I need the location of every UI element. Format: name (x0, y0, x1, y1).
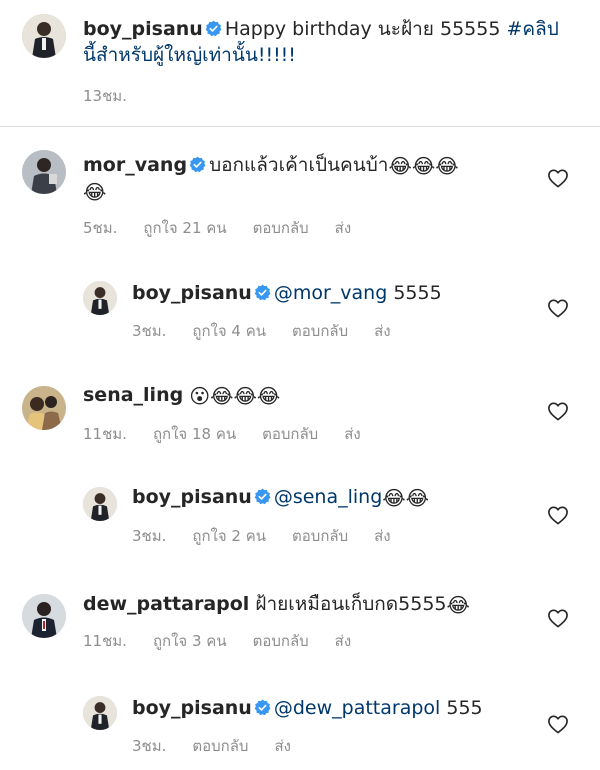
verified-badge-icon (189, 156, 206, 173)
comment-reply-button[interactable]: ตอบกลับ (253, 216, 309, 240)
post-meta: 13ชม. (83, 84, 153, 108)
heart-outline-icon[interactable] (547, 608, 569, 628)
reply-emoji: 😂😂 (382, 486, 430, 510)
comment-username[interactable]: mor_vang (83, 154, 187, 176)
post-author-avatar[interactable] (22, 14, 66, 58)
reply-reply-button[interactable]: ตอบกลับ (192, 734, 248, 758)
reply-mention-link[interactable]: @sena_ling (274, 486, 382, 508)
heart-outline-icon[interactable] (547, 298, 569, 318)
heart-outline-icon[interactable] (547, 401, 569, 421)
comment-text: mor_vang บอกแล้วเค้าเป็นคนบ้า😂😂😂 😂 (83, 152, 503, 204)
reply-meta: 3ชม. ตอบกลับ ส่ง (132, 734, 317, 758)
comment-send-button[interactable]: ส่ง (335, 216, 351, 240)
reply-send-button[interactable]: ส่ง (274, 734, 290, 758)
reply-mention-link[interactable]: @dew_pattarapol (274, 697, 440, 719)
comment-likes-link[interactable]: ถูกใจ 18 คน (153, 422, 236, 446)
comment-emoji: 😂 (446, 593, 470, 617)
comment-likes-link[interactable]: ถูกใจ 3 คน (153, 629, 227, 653)
comment-avatar[interactable] (22, 386, 66, 430)
post-caption-line2[interactable]: นี้สำหรับผู้ใหญ่เท่านั้น!!!!! (83, 44, 296, 66)
comment-emoji: 😮😂😂😂 (189, 384, 281, 408)
comment-meta: 5ชม. ถูกใจ 21 คน ตอบกลับ ส่ง (83, 216, 377, 240)
comment-likes-link[interactable]: ถูกใจ 21 คน (143, 216, 226, 240)
reply-username[interactable]: boy_pisanu (132, 486, 252, 508)
verified-badge-icon (254, 488, 271, 505)
post-hashtag-link[interactable]: #คลิป (506, 18, 558, 40)
comment-reply-button[interactable]: ตอบกลับ (262, 422, 318, 446)
comment-meta: 11ชม. ถูกใจ 3 คน ตอบกลับ ส่ง (83, 629, 377, 653)
reply-body: 5555 (387, 282, 442, 304)
verified-badge-icon (254, 284, 271, 301)
comment-emoji: 😂😂😂 (388, 154, 459, 178)
post-author-username[interactable]: boy_pisanu (83, 18, 203, 40)
reply-text: boy_pisanu @sena_ling 😂😂 (132, 484, 532, 510)
comment-body: บอกแล้วเค้าเป็นคนบ้า (209, 154, 389, 176)
comment-meta: 11ชม. ถูกใจ 18 คน ตอบกลับ ส่ง (83, 422, 387, 446)
comment-reply-button[interactable]: ตอบกลับ (253, 629, 309, 653)
verified-badge-icon (254, 699, 271, 716)
comment-time: 11ชม. (83, 425, 127, 443)
reply-body: 555 (440, 697, 483, 719)
comment-send-button[interactable]: ส่ง (344, 422, 360, 446)
heart-outline-icon[interactable] (547, 168, 569, 188)
comment-text: dew_pattarapol ฝ้ายเหมือนเก็บกด5555😂 (83, 591, 523, 617)
comment-send-button[interactable]: ส่ง (335, 629, 351, 653)
comment-emoji: 😂 (83, 180, 107, 204)
post-caption-text: Happy birthday นะฝ้าย 55555 (224, 18, 507, 40)
post-time: 13ชม. (83, 87, 127, 105)
reply-send-button[interactable]: ส่ง (374, 524, 390, 548)
reply-meta: 3ชม. ถูกใจ 2 คน ตอบกลับ ส่ง (132, 524, 417, 548)
caption-divider (0, 126, 600, 127)
comment-body: ฝ้ายเหมือนเก็บกด5555 (255, 593, 447, 615)
comment-avatar[interactable] (22, 150, 66, 194)
verified-badge-icon (205, 20, 222, 37)
reply-send-button[interactable]: ส่ง (374, 319, 390, 343)
reply-text: boy_pisanu @mor_vang 5555 (132, 280, 532, 306)
reply-time: 3ชม. (132, 527, 167, 545)
comment-text: sena_ling 😮😂😂😂 (83, 382, 503, 408)
reply-avatar[interactable] (83, 487, 117, 521)
reply-avatar[interactable] (83, 281, 117, 315)
heart-outline-icon[interactable] (547, 505, 569, 525)
post-caption: boy_pisanu Happy birthday นะฝ้าย 55555 #ค… (83, 16, 583, 68)
heart-outline-icon[interactable] (547, 714, 569, 734)
reply-likes-link[interactable]: ถูกใจ 4 คน (192, 319, 266, 343)
reply-meta: 3ชม. ถูกใจ 4 คน ตอบกลับ ส่ง (132, 319, 417, 343)
reply-mention-link[interactable]: @mor_vang (274, 282, 387, 304)
comment-username[interactable]: sena_ling (83, 384, 183, 406)
reply-time: 3ชม. (132, 322, 167, 340)
comment-time: 5ชม. (83, 219, 118, 237)
reply-reply-button[interactable]: ตอบกลับ (292, 319, 348, 343)
reply-likes-link[interactable]: ถูกใจ 2 คน (192, 524, 266, 548)
comment-time: 11ชม. (83, 632, 127, 650)
reply-reply-button[interactable]: ตอบกลับ (292, 524, 348, 548)
comment-username[interactable]: dew_pattarapol (83, 593, 249, 615)
reply-username[interactable]: boy_pisanu (132, 282, 252, 304)
comment-avatar[interactable] (22, 594, 66, 638)
reply-avatar[interactable] (83, 696, 117, 730)
reply-time: 3ชม. (132, 737, 167, 755)
reply-text: boy_pisanu @dew_pattarapol 555 (132, 695, 532, 721)
reply-username[interactable]: boy_pisanu (132, 697, 252, 719)
